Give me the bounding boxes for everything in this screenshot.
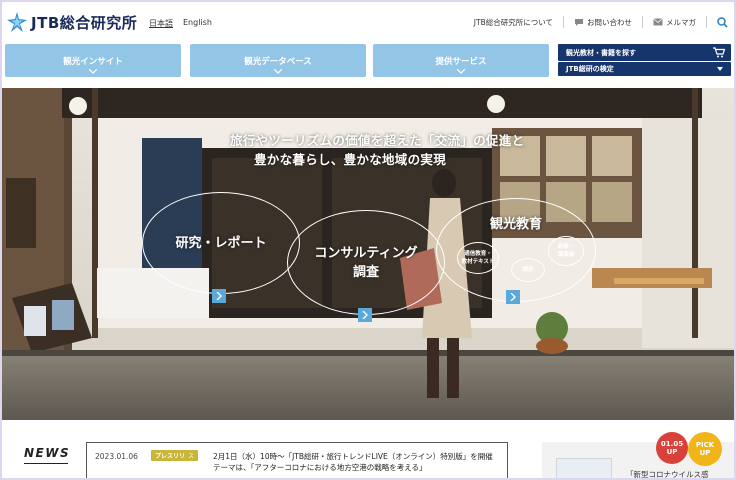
chat-bubble-icon — [575, 18, 583, 26]
circle-label-line1: コンサルティング — [314, 245, 418, 261]
update-badge-line2: UP — [666, 448, 678, 456]
divider — [563, 16, 564, 28]
mini-label: 研修・ 講演会 — [558, 243, 575, 259]
consulting-circle[interactable]: コンサルティング 調査 — [287, 210, 445, 315]
circle-label-line2: 調査 — [352, 264, 379, 280]
pickup-badge: PICK UP — [688, 432, 722, 466]
research-arrow-button[interactable] — [212, 289, 226, 303]
logo-text: JTB総合研究所 — [31, 13, 138, 32]
nav-tourism-insight[interactable]: 観光インサイト — [5, 44, 181, 77]
page: JTB総合研究所 日本語 English JTB総合研究所について お問い合わせ… — [2, 2, 734, 478]
update-date-badge: 01.05 UP — [656, 432, 688, 464]
update-badge-text: 01.05 UP — [661, 440, 683, 456]
pickup-text: 「新型コロナウイルス感 — [626, 470, 709, 478]
chevron-down-icon — [457, 69, 465, 74]
training-lecture-link[interactable]: 研修・ 講演会 — [548, 236, 584, 266]
contact-link[interactable]: お問い合わせ — [574, 17, 632, 28]
mini-label-line1: 研修・ — [557, 244, 575, 250]
news-section: NEWS 2023.01.06 プレスリリス 2月1日（水）10時～「JTB総研… — [2, 420, 734, 478]
cart-icon — [713, 47, 725, 58]
news-headline-line2: テーマは、「アフターコロナにおける地方空港の戦略を考える」 — [213, 463, 427, 472]
site-header: JTB総合研究所 日本語 English JTB総合研究所について お問い合わせ… — [2, 2, 734, 44]
nav-label: 提供サービス — [435, 56, 487, 67]
about-link[interactable]: JTB総合研究所について — [474, 17, 553, 28]
shop-label: 観光教材・書籍を探す — [566, 48, 636, 57]
tagline-line2: 豊かな暮らし、豊かな地域の実現 — [254, 152, 447, 167]
hero-banner: 旅行やツーリズムの価値を超えた「交流」の促進と 豊かな暮らし、豊かな地域の実現 … — [2, 88, 734, 420]
mail-icon — [653, 18, 663, 26]
news-category-badge: プレスリリス — [151, 450, 199, 461]
education-arrow-button[interactable] — [506, 290, 520, 304]
news-headline: 2月1日（水）10時～「JTB総研・旅行トレンドLIVE（オンライン）特別版」を… — [213, 451, 503, 473]
pickup-badge-line2: UP — [699, 449, 711, 457]
hero-tagline: 旅行やツーリズムの価値を超えた「交流」の促進と 豊かな暮らし、豊かな地域の実現 — [230, 131, 524, 169]
caret-down-icon — [717, 67, 723, 71]
side-buttons: 観光教材・書籍を探す JTB総研の検定 — [558, 44, 731, 76]
circle-label: 観光教育 — [489, 217, 542, 232]
chevron-down-icon — [89, 69, 97, 74]
mailmag-label: メルマガ — [666, 17, 696, 27]
utility-links: JTB総合研究所について お問い合わせ メルマガ — [474, 16, 728, 28]
circle-label: 研究・レポート — [175, 235, 267, 251]
news-headline-line1: 2月1日（水）10時～「JTB総研・旅行トレンドLIVE（オンライン）特別版」を… — [213, 452, 493, 461]
circle-label: コンサルティング 調査 — [314, 244, 417, 282]
lang-en-link[interactable]: English — [183, 18, 212, 29]
correspondence-course-link[interactable]: 通信教育・教材テキスト — [457, 242, 499, 274]
mini-label: 検定 — [522, 267, 534, 273]
tagline-line1: 旅行やツーリズムの価値を超えた「交流」の促進と — [230, 133, 525, 148]
news-item[interactable]: 2023.01.06 プレスリリス 2月1日（水）10時～「JTB総研・旅行トレ… — [86, 442, 508, 478]
mini-label-line1: 通信教育・ — [464, 251, 492, 257]
exam-label: JTB総研の検定 — [566, 65, 614, 73]
divider — [706, 16, 707, 28]
logo-star-icon — [7, 12, 27, 32]
update-badge-line1: 01.05 — [660, 440, 684, 448]
divider — [642, 16, 643, 28]
news-heading: NEWS — [24, 446, 71, 464]
badge-label: プレスリリ — [155, 453, 186, 460]
nav-label: 観光データベース — [244, 56, 312, 67]
chevron-right-icon — [510, 293, 516, 301]
chevron-down-icon — [274, 69, 282, 74]
chevron-right-icon — [362, 311, 368, 319]
language-switcher: 日本語 English — [149, 18, 212, 29]
shop-materials-button[interactable]: 観光教材・書籍を探す — [558, 44, 731, 61]
mini-label-line2: 講演会 — [557, 252, 575, 258]
site-logo[interactable]: JTB総合研究所 — [6, 11, 137, 33]
exam-button[interactable]: JTB総研の検定 — [558, 62, 731, 76]
pickup-thumbnail — [556, 458, 612, 478]
pickup-badge-line1: PICK — [695, 441, 715, 449]
contact-label: お問い合わせ — [587, 17, 632, 27]
chevron-right-icon — [216, 292, 222, 300]
search-icon[interactable] — [717, 16, 728, 28]
nav-label: 観光インサイト — [63, 56, 123, 67]
lang-ja-link[interactable]: 日本語 — [149, 18, 173, 29]
badge-suffix: ス — [188, 453, 195, 460]
mini-label-line2: 教材テキスト — [461, 259, 495, 265]
news-date: 2023.01.06 — [95, 452, 138, 461]
consulting-arrow-button[interactable] — [358, 308, 372, 322]
certification-link[interactable]: 検定 — [511, 258, 545, 282]
research-report-circle[interactable]: 研究・レポート — [142, 192, 300, 294]
pickup-badge-text: PICK UP — [696, 441, 714, 457]
nav-services[interactable]: 提供サービス — [373, 44, 549, 77]
mini-label: 通信教育・教材テキスト — [462, 250, 495, 266]
mailmag-link[interactable]: メルマガ — [653, 17, 696, 28]
main-nav: 観光インサイト 観光データベース 提供サービス 観光教材・書籍を探す JTB総研… — [2, 44, 734, 80]
nav-tourism-database[interactable]: 観光データベース — [190, 44, 366, 77]
